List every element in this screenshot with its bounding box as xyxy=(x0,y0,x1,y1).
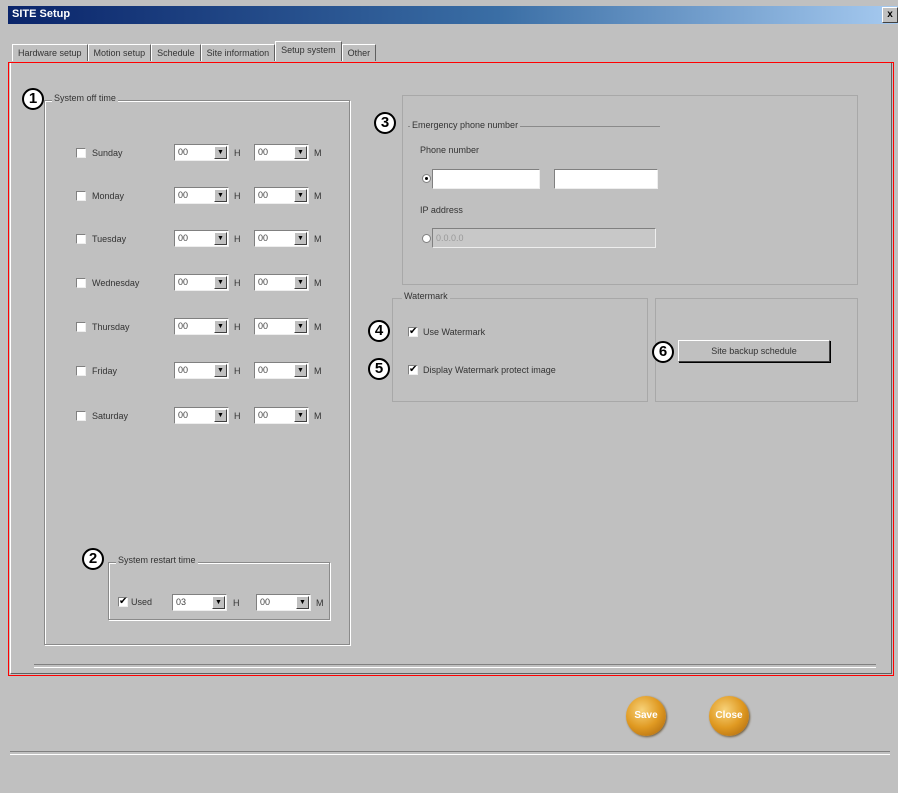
tab-motion-setup[interactable]: Motion setup xyxy=(87,44,152,61)
panel-divider xyxy=(34,664,876,668)
save-button[interactable]: Save xyxy=(626,696,666,736)
tab-schedule[interactable]: Schedule xyxy=(151,44,201,61)
tab-strip: Hardware setup Motion setup Schedule Sit… xyxy=(12,41,377,62)
title-bar: SITE Setup x xyxy=(8,6,898,24)
tab-site-information[interactable]: Site information xyxy=(200,44,276,61)
footer-divider xyxy=(10,751,890,755)
close-window-icon[interactable]: x xyxy=(882,7,898,23)
tab-other[interactable]: Other xyxy=(341,44,377,61)
window-title: SITE Setup xyxy=(12,8,71,20)
tab-setup-system[interactable]: Setup system xyxy=(275,41,342,61)
tab-hardware-setup[interactable]: Hardware setup xyxy=(12,44,88,61)
annotation-highlight-frame xyxy=(8,62,894,676)
close-button[interactable]: Close xyxy=(709,696,749,736)
